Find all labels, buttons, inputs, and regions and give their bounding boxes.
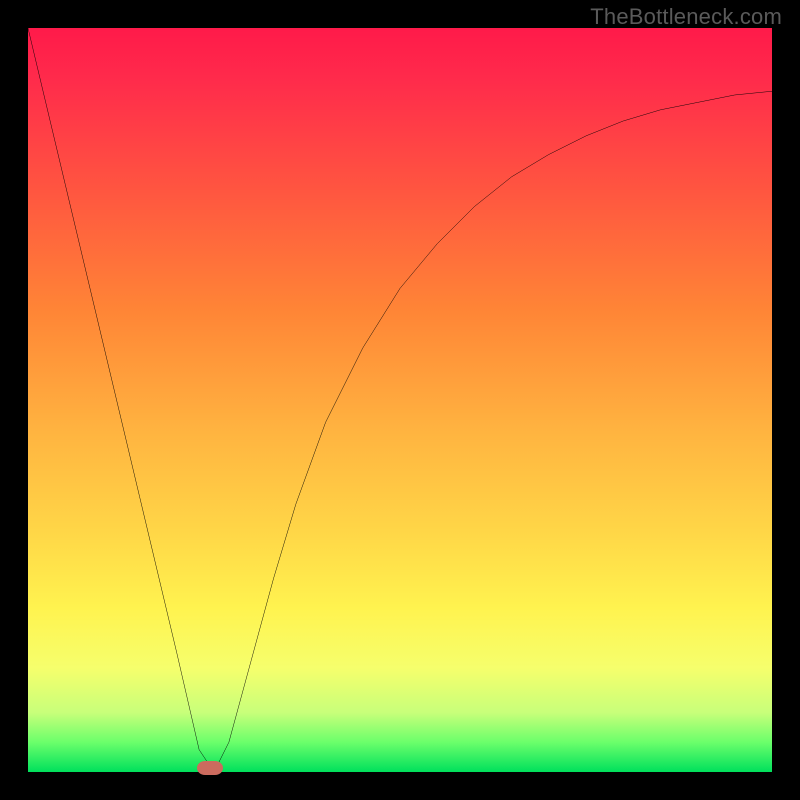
curve-svg	[28, 28, 772, 772]
chart-frame: TheBottleneck.com	[0, 0, 800, 800]
plot-area	[28, 28, 772, 772]
watermark-text: TheBottleneck.com	[590, 4, 782, 30]
curve-path	[28, 28, 772, 772]
minimum-marker	[197, 761, 223, 775]
